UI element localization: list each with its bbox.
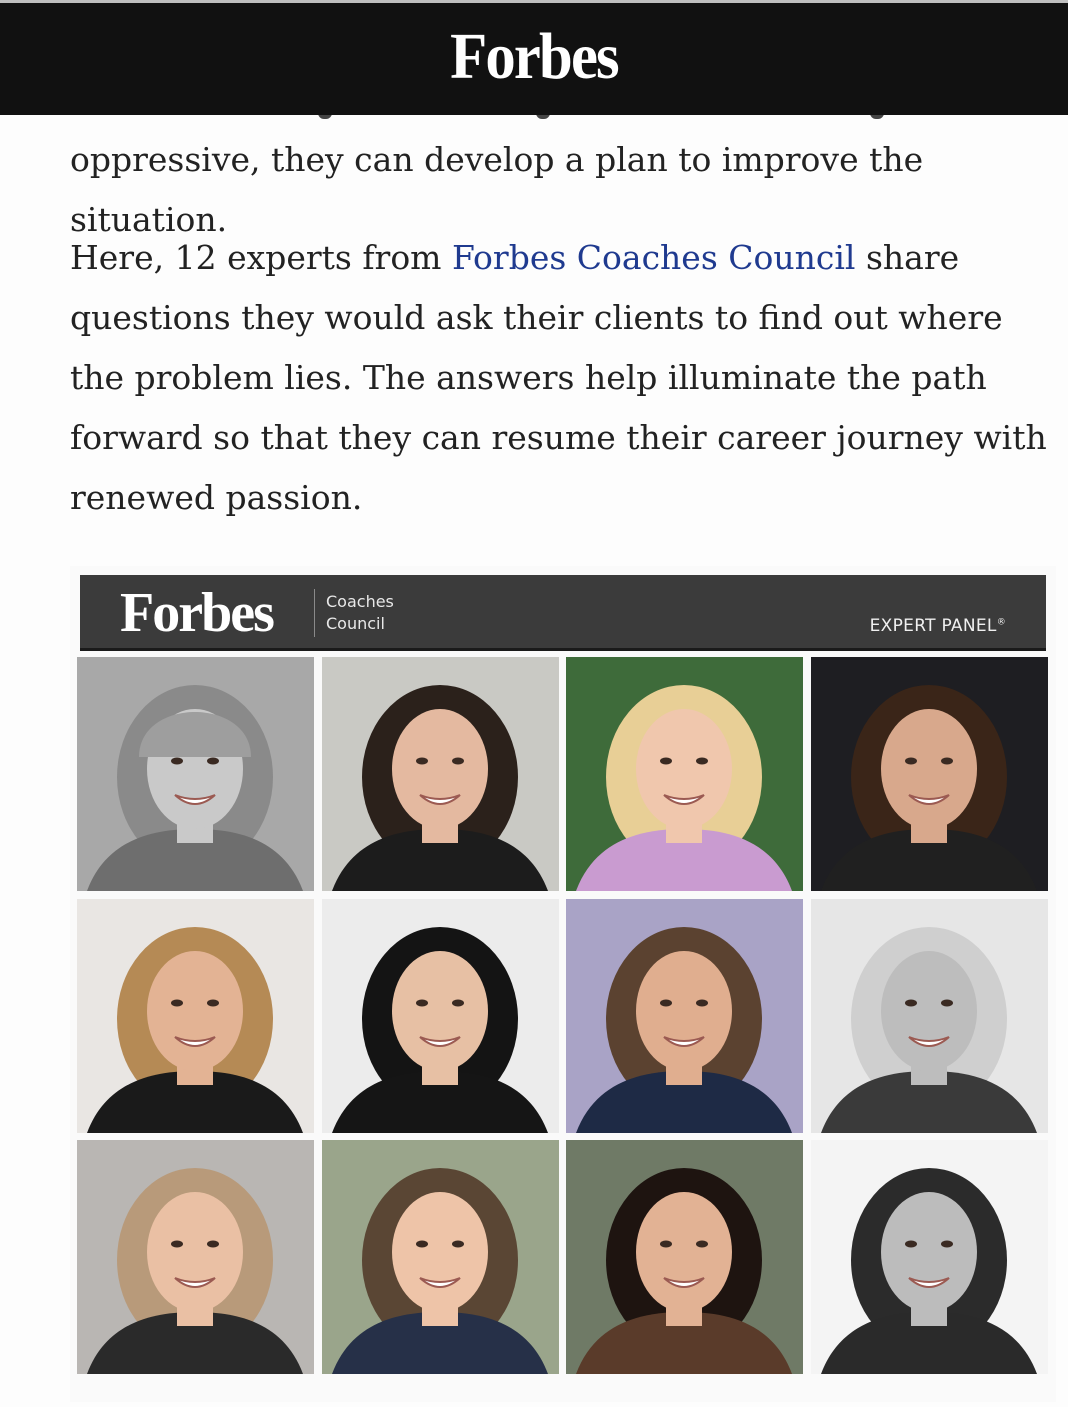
clipped-previous-line <box>0 115 1068 123</box>
expert-headshot <box>321 898 559 1133</box>
left-eye <box>660 999 672 1006</box>
face <box>636 709 732 829</box>
right-eye <box>696 757 708 765</box>
expert-headshot <box>566 1140 803 1374</box>
council-line-1: Coaches <box>326 592 394 611</box>
banner-divider <box>314 589 315 637</box>
face <box>636 950 732 1071</box>
forbes-logo[interactable]: Forbes <box>43 21 1026 93</box>
registered-mark: ® <box>996 617 1006 628</box>
article-paragraph: Here, 12 experts from Forbes Coaches Cou… <box>70 228 1060 528</box>
panel-forbes-logo: Forbes <box>120 582 275 644</box>
left-eye <box>171 999 183 1006</box>
face <box>391 1192 488 1312</box>
paragraph-text-start: Here, 12 experts from <box>70 238 452 277</box>
expert-headshot <box>566 657 803 891</box>
right-eye <box>696 1240 708 1248</box>
left-eye <box>904 757 917 765</box>
right-eye <box>207 757 219 765</box>
face <box>880 950 977 1071</box>
right-eye <box>207 1240 219 1248</box>
left-eye <box>415 1240 428 1248</box>
left-eye <box>660 757 672 765</box>
left-eye <box>904 999 917 1006</box>
right-eye <box>451 757 464 765</box>
right-eye <box>940 999 953 1006</box>
expert-headshot <box>810 898 1048 1133</box>
left-eye <box>660 1240 672 1248</box>
expert-headshot <box>566 898 803 1133</box>
right-eye <box>940 1240 953 1248</box>
expert-headshot <box>77 657 314 891</box>
expert-headshot <box>321 657 559 891</box>
expert-panel-label: EXPERT PANEL® <box>870 616 1006 636</box>
left-eye <box>171 757 183 765</box>
paragraph-text: Here, 12 experts from Forbes Coaches Cou… <box>70 228 1060 528</box>
right-eye <box>940 757 953 765</box>
face <box>880 709 977 829</box>
face <box>391 709 488 829</box>
right-eye <box>207 999 219 1006</box>
forbes-coaches-council-link[interactable]: Forbes Coaches Council <box>452 238 856 277</box>
expert-headshot <box>810 657 1048 891</box>
expert-headshot <box>810 1140 1048 1374</box>
left-eye <box>415 757 428 765</box>
panel-banner: Forbes Coaches Council EXPERT PANEL® <box>80 575 1046 651</box>
left-eye <box>415 999 428 1006</box>
face <box>636 1192 732 1312</box>
right-eye <box>696 999 708 1006</box>
expert-headshot <box>321 1140 559 1374</box>
coaches-council-wordmark: Coaches Council <box>326 591 394 635</box>
paragraph-text-end: share questions they would ask their cli… <box>70 238 1047 517</box>
left-eye <box>904 1240 917 1248</box>
face <box>147 950 243 1071</box>
expert-panel-image: Forbes Coaches Council EXPERT PANEL® <box>70 566 1056 1402</box>
council-line-2: Council <box>326 614 385 633</box>
face <box>147 1192 243 1312</box>
right-eye <box>451 999 464 1006</box>
expert-panel-text: EXPERT PANEL <box>869 616 997 636</box>
face <box>391 950 488 1071</box>
expert-headshot <box>77 1140 314 1374</box>
site-header: Forbes <box>0 3 1068 115</box>
left-eye <box>171 1240 183 1248</box>
right-eye <box>451 1240 464 1248</box>
face <box>880 1192 977 1312</box>
headshot-grid <box>77 657 1049 1375</box>
expert-headshot <box>77 898 314 1133</box>
